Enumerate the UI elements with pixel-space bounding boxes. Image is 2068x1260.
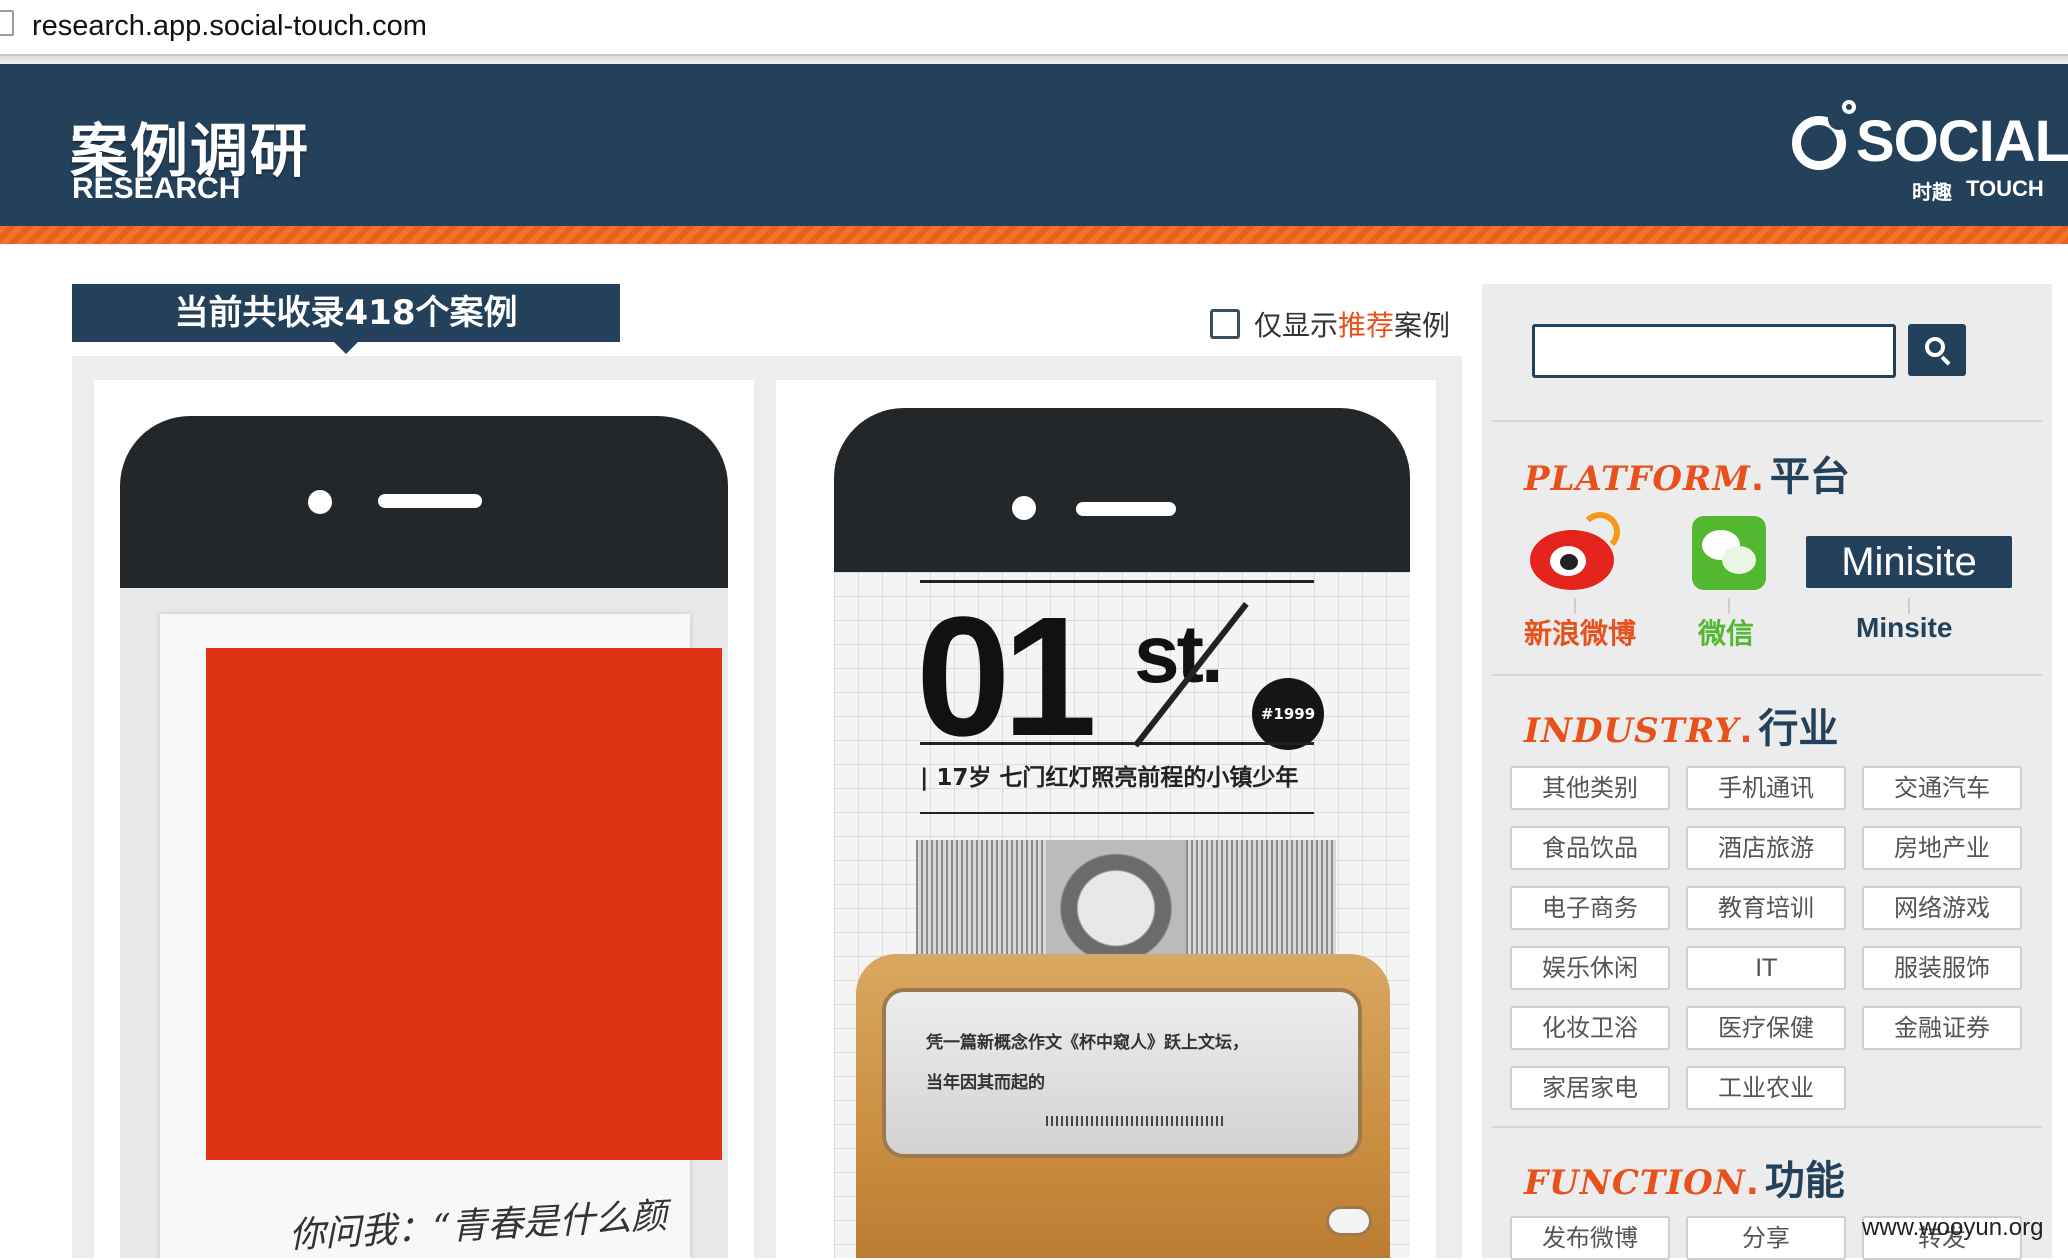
heading-dot: . — [1745, 1163, 1759, 1203]
search-input[interactable] — [1532, 324, 1896, 378]
big-number: 01 — [916, 582, 1097, 772]
filter-prefix: 仅显示 — [1254, 309, 1339, 342]
function-heading-en: FUNCTION — [1524, 1163, 1746, 1203]
social-touch-logo[interactable]: SOCIAL 时趣 TOUCH — [1792, 94, 2068, 204]
portrait-photo — [916, 840, 1336, 964]
platform-heading-en: PLATFORM — [1524, 459, 1751, 499]
industry-tag[interactable]: 交通汽车 — [1862, 766, 2022, 810]
wechat-bubble-2 — [1722, 546, 1756, 574]
paper-sheet: 你问我：“青春是什么颜色？” — [160, 614, 722, 1258]
case-count-banner: 当前共收录418个案例 — [72, 284, 620, 354]
recommended-checkbox[interactable] — [1210, 309, 1240, 339]
heading-dot: . — [1739, 711, 1753, 751]
filter-suffix: 案例 — [1394, 309, 1451, 342]
recommended-filter[interactable]: 仅显示 推荐 案例 — [1210, 304, 1450, 344]
industry-tag[interactable]: 教育培训 — [1686, 886, 1846, 930]
industry-tag[interactable]: IT — [1686, 946, 1846, 990]
function-tag[interactable]: 分享 — [1686, 1216, 1846, 1260]
case-card[interactable]: 你问我：“青春是什么颜色？” — [94, 380, 754, 1258]
case-count-text: 当前共收录418个案例 — [174, 293, 518, 333]
logo-dot-icon — [1842, 100, 1856, 114]
site-subtitle[interactable]: RESEARCH — [72, 172, 240, 206]
display-barcode — [1046, 1116, 1226, 1126]
logo-sub-cn: 时趣 — [1912, 180, 1952, 204]
phone-frame — [834, 408, 1410, 572]
phone-camera — [1012, 496, 1036, 520]
divider-line — [920, 812, 1314, 814]
industry-heading-cn: 行业 — [1758, 706, 1839, 752]
address-bar[interactable]: research.app.social-touch.com — [0, 0, 2068, 56]
industry-tag[interactable]: 网络游戏 — [1862, 886, 2022, 930]
industry-tag[interactable]: 化妆卫浴 — [1510, 1006, 1670, 1050]
industry-tag[interactable]: 医疗保健 — [1686, 1006, 1846, 1050]
industry-tag[interactable]: 房地产业 — [1862, 826, 2022, 870]
filter-highlight: 推荐 — [1338, 309, 1395, 342]
card-caption: 你问我：“青春是什么颜色？” — [288, 1195, 669, 1257]
industry-tag[interactable]: 手机通讯 — [1686, 766, 1846, 810]
phone-camera — [308, 490, 332, 514]
card-subtitle: | 17岁 七门红灯照亮前程的小镇少年 — [920, 765, 1299, 791]
sidebar-divider — [1492, 420, 2042, 422]
machine-knob — [1326, 1206, 1372, 1236]
phone-speaker — [378, 494, 482, 508]
industry-tag[interactable]: 电子商务 — [1510, 886, 1670, 930]
url-text[interactable]: research.app.social-touch.com — [32, 10, 427, 43]
industry-tag[interactable]: 娱乐休闲 — [1510, 946, 1670, 990]
platform-heading: PLATFORM . 平台 — [1524, 444, 1850, 502]
orange-stripe — [0, 226, 2068, 244]
logo-sub-en: TOUCH — [1966, 176, 2044, 201]
function-heading-cn: 功能 — [1764, 1158, 1845, 1204]
search-button[interactable] — [1908, 324, 1966, 376]
platform-wechat-label[interactable]: 微信 — [1698, 612, 1754, 652]
industry-tag[interactable]: 金融证券 — [1862, 1006, 2022, 1050]
heading-dot: . — [1750, 459, 1764, 499]
industry-heading-en: INDUSTRY — [1524, 711, 1740, 751]
weibo-icon-pupil — [1560, 554, 1578, 570]
portrait-face — [1046, 840, 1186, 964]
phone-speaker — [1076, 502, 1176, 516]
toolbar-shadow — [0, 56, 2068, 64]
industry-tag[interactable]: 服装服饰 — [1862, 946, 2022, 990]
industry-tag[interactable]: 工业农业 — [1686, 1066, 1846, 1110]
banner-arrow — [334, 342, 358, 354]
site-header: 案例调研 RESEARCH SOCIAL 时趣 TOUCH — [0, 64, 2068, 226]
wechat-icon[interactable] — [1692, 516, 1766, 590]
search-icon-handle — [1940, 355, 1951, 366]
industry-heading: INDUSTRY . 行业 — [1524, 696, 1838, 754]
sidebar-divider — [1492, 1126, 2042, 1128]
sidebar: PLATFORM . 平台 Minisite 新浪微博 微信 Minsite I… — [1482, 284, 2052, 1260]
watermark-text: www.wooyun.org — [1862, 1214, 2044, 1241]
year-badge: #1999 — [1252, 678, 1324, 750]
machine-display: 凭一篇新概念作文《杯中窥人》跃上文坛， 当年因其而起的 — [882, 988, 1362, 1158]
industry-tag[interactable]: 其他类别 — [1510, 766, 1670, 810]
red-block — [206, 648, 722, 1160]
sidebar-divider — [1492, 674, 2042, 676]
phone-button — [528, 416, 624, 424]
phone-screen: 你问我：“青春是什么颜色？” — [120, 588, 728, 1258]
minisite-icon[interactable]: Minisite — [1806, 536, 2012, 588]
platform-weibo-label[interactable]: 新浪微博 — [1524, 612, 1636, 652]
logo-word: SOCIAL — [1856, 109, 2068, 174]
page-icon — [0, 10, 14, 36]
platform-heading-cn: 平台 — [1769, 454, 1850, 500]
phone-frame — [120, 416, 728, 588]
phone-screen: 01 st. #1999 | 17岁 七门红灯照亮前程的小镇少年 凭一篇新概念作… — [834, 572, 1410, 1258]
case-card[interactable]: 01 st. #1999 | 17岁 七门红灯照亮前程的小镇少年 凭一篇新概念作… — [776, 380, 1436, 1258]
weibo-icon-wave — [1580, 512, 1620, 552]
phone-button — [1230, 408, 1318, 416]
industry-tag[interactable]: 酒店旅游 — [1686, 826, 1846, 870]
function-heading: FUNCTION . 功能 — [1524, 1148, 1845, 1206]
function-tag[interactable]: 发布微博 — [1510, 1216, 1670, 1260]
display-line-2: 当年因其而起的 — [926, 1073, 1045, 1093]
industry-tag[interactable]: 食品饮品 — [1510, 826, 1670, 870]
search-icon — [1925, 337, 1945, 357]
divider-line — [920, 742, 1314, 745]
weibo-icon[interactable] — [1522, 512, 1622, 592]
printer-machine: 凭一篇新概念作文《杯中窥人》跃上文坛， 当年因其而起的 — [856, 954, 1390, 1258]
display-line-1: 凭一篇新概念作文《杯中窥人》跃上文坛， — [926, 1033, 1249, 1053]
industry-tag[interactable]: 家居家电 — [1510, 1066, 1670, 1110]
platform-minisite-label[interactable]: Minsite — [1856, 612, 1952, 644]
